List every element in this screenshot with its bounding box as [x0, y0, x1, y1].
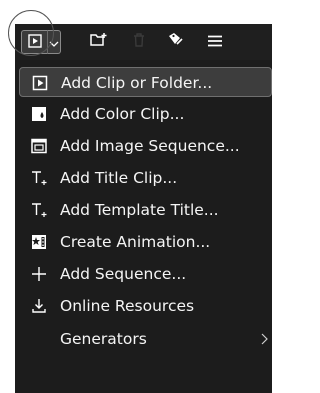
- menu-item-label: Add Template Title...: [60, 201, 219, 219]
- menu-item-add-title-clip[interactable]: Add Title Clip...: [19, 163, 272, 193]
- add-clip-dropdown-button[interactable]: [47, 30, 61, 54]
- new-folder-button[interactable]: [87, 30, 111, 54]
- menu-item-add-template-title[interactable]: Add Template Title...: [19, 195, 272, 225]
- menu-item-add-image-sequence[interactable]: Add Image Sequence...: [19, 131, 272, 161]
- folder-plus-icon: [90, 32, 108, 52]
- menu-item-label: Online Resources: [60, 297, 195, 315]
- bin-toolbar: [15, 24, 272, 60]
- menu-item-add-color-clip[interactable]: Add Color Clip...: [19, 99, 272, 129]
- menu-item-label: Add Sequence...: [60, 265, 187, 283]
- plus-icon: [30, 265, 48, 283]
- add-clip-menu: Add Clip or Folder... Add Color Clip... …: [15, 60, 272, 393]
- add-clip-button[interactable]: [21, 30, 47, 54]
- menu-item-online-resources[interactable]: Online Resources: [19, 291, 272, 321]
- download-icon: [30, 297, 48, 315]
- menu-item-label: Add Color Clip...: [60, 105, 185, 123]
- delete-button[interactable]: [127, 30, 151, 54]
- trash-icon: [132, 32, 146, 52]
- chevron-right-icon: [258, 331, 270, 347]
- menu-item-generators[interactable]: Generators: [19, 324, 272, 354]
- menu-button[interactable]: [203, 30, 227, 54]
- screenshot-stage: Add Clip or Folder... Add Color Clip... …: [0, 0, 272, 393]
- chevron-down-icon: [49, 33, 59, 52]
- menu-item-add-sequence[interactable]: Add Sequence...: [19, 259, 272, 289]
- menu-item-label: Add Clip or Folder...: [61, 74, 213, 92]
- menu-item-label: Add Title Clip...: [60, 169, 178, 187]
- menu-item-create-animation[interactable]: Create Animation...: [19, 227, 272, 257]
- title-clip-icon: [30, 169, 48, 187]
- menu-item-add-clip-or-folder[interactable]: Add Clip or Folder...: [19, 67, 272, 97]
- animation-icon: [30, 233, 48, 251]
- template-title-icon: [30, 201, 48, 219]
- color-clip-icon: [30, 105, 48, 123]
- tag-icon: [168, 32, 186, 52]
- menu-item-label: Create Animation...: [60, 233, 211, 251]
- menu-item-label: Add Image Sequence...: [60, 137, 240, 155]
- add-clip-icon: [27, 33, 42, 52]
- tag-button[interactable]: [165, 30, 189, 54]
- image-sequence-icon: [30, 137, 48, 155]
- hamburger-icon: [207, 33, 223, 52]
- add-clip-icon: [31, 74, 49, 92]
- menu-item-label: Generators: [60, 330, 147, 348]
